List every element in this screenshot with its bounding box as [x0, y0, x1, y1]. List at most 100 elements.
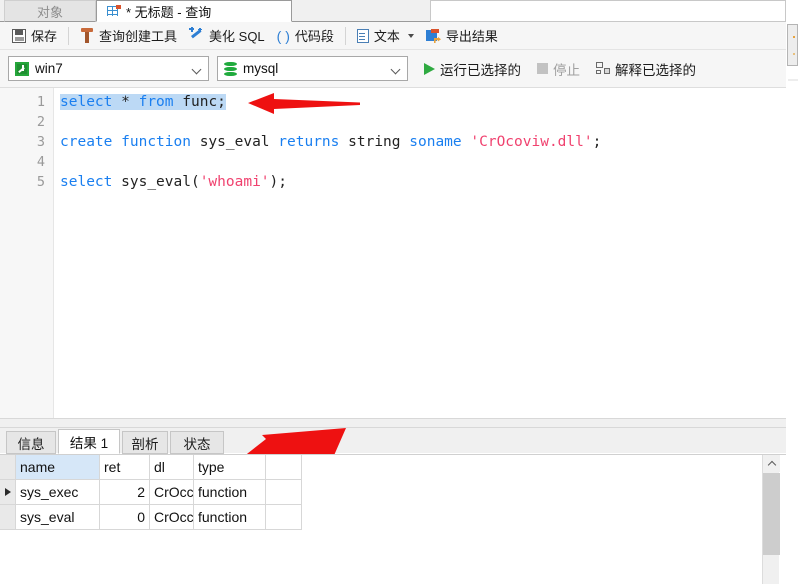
explain-plan-icon: [596, 62, 610, 75]
grid-cell-value: CrOcc: [154, 484, 194, 500]
code-token: func;: [182, 94, 226, 110]
document-tab-strip: 对象 * 无标题 - 查询: [0, 0, 799, 22]
editor-line-number: 1: [36, 94, 45, 110]
result-tab-label: 信息: [17, 436, 45, 452]
grid-cell[interactable]: 2: [100, 480, 150, 505]
grid-row-marker[interactable]: [0, 480, 16, 505]
result-tab-0[interactable]: 信息: [6, 431, 56, 454]
save-button[interactable]: 保存: [6, 24, 63, 48]
scrollbar-thumb[interactable]: [763, 473, 780, 555]
grid-row-marker[interactable]: [0, 505, 16, 530]
editor-code-line[interactable]: select sys_eval('whoami');: [60, 172, 287, 192]
scroll-up-button[interactable]: [763, 455, 780, 472]
grid-cell-value: sys_exec: [20, 484, 79, 500]
export-results-button-label: 导出结果: [445, 29, 498, 44]
grid-cell-value: 2: [137, 484, 145, 500]
grid-cell[interactable]: [266, 480, 302, 505]
code-token: 'whoami': [199, 174, 270, 190]
code-token: function: [121, 134, 191, 150]
result-tab-1[interactable]: 结果 1: [58, 429, 120, 454]
stop-button: 停止: [533, 59, 584, 79]
database-select[interactable]: mysql: [217, 56, 408, 81]
grid-column-header-dl[interactable]: dl: [150, 455, 194, 480]
sql-editor[interactable]: 1 2 3 4 5 select * from func; create functio…: [0, 88, 786, 418]
editor-code-line[interactable]: [60, 112, 69, 132]
query-builder-icon: [80, 28, 94, 43]
code-snippet-button[interactable]: ( ) 代码段: [271, 24, 340, 48]
grid-column-header-blank[interactable]: [266, 455, 302, 480]
stop-square-icon: [537, 63, 548, 74]
chevron-down-icon[interactable]: [390, 64, 401, 75]
right-edge-marker-2: [793, 53, 795, 55]
result-tab-strip: 信息 结果 1 剖析 状态: [0, 428, 786, 454]
grid-cell[interactable]: 0: [100, 505, 150, 530]
editor-line-number: 2: [36, 114, 45, 130]
result-tab-2[interactable]: 剖析: [122, 431, 168, 454]
code-token: select: [60, 94, 113, 110]
grid-table-icon: [107, 5, 121, 17]
editor-selected-text: select * from func;: [60, 94, 226, 110]
grid-cell[interactable]: CrOcc: [150, 480, 194, 505]
grid-cell[interactable]: function: [194, 480, 266, 505]
result-tab-3[interactable]: 状态: [170, 431, 224, 454]
result-tab-label: 结果 1: [69, 435, 109, 451]
right-edge-panel: [786, 0, 799, 584]
grid-column-header-ret[interactable]: ret: [100, 455, 150, 480]
grid-cell[interactable]: function: [194, 505, 266, 530]
code-token: ;: [592, 134, 602, 150]
doc-tab-objects[interactable]: 对象: [4, 0, 96, 22]
export-results-button[interactable]: 导出结果: [420, 24, 504, 48]
arrow-pointing-to-select-statement: [248, 93, 360, 114]
secondary-toolbar: win7 mysql 运行已选择的 停止 解释已选择的: [0, 50, 786, 88]
query-builder-button[interactable]: 查询创建工具: [74, 24, 183, 48]
editor-line-number-gutter: 1 2 3 4 5: [0, 88, 54, 418]
result-grid[interactable]: name ret dl type sys_exec 2 CrOcc function sys_e…: [0, 454, 786, 584]
editor-line-number: 5: [36, 174, 45, 190]
grid-cell[interactable]: CrOcc: [150, 505, 194, 530]
explain-selected-label: 解释已选择的: [615, 62, 696, 78]
editor-text: create function sys_eval returns string …: [60, 134, 601, 150]
result-tab-label: 剖析: [131, 436, 159, 452]
code-token: sys_eval: [199, 134, 270, 150]
export-arrow-glyph: [433, 36, 441, 43]
chevron-down-icon[interactable]: [191, 64, 202, 75]
code-token: sys_eval(: [121, 174, 200, 190]
editor-code-line[interactable]: select * from func;: [60, 92, 226, 112]
right-edge-mini-scrollbar[interactable]: [787, 24, 798, 66]
grid-cell-value: function: [198, 509, 248, 525]
chevron-down-icon[interactable]: [407, 33, 414, 38]
database-select-value: mysql: [243, 61, 279, 76]
save-disk-icon: [12, 28, 26, 43]
grid-column-header-type[interactable]: type: [194, 455, 266, 480]
primary-toolbar: 保存 查询创建工具 美化 SQL ( ) 代码段 文本 导出结果: [0, 22, 786, 50]
grid-column-header-name[interactable]: name: [16, 455, 100, 480]
run-selected-button[interactable]: 运行已选择的: [420, 59, 525, 79]
editor-line-number: 3: [36, 134, 45, 150]
connection-select[interactable]: win7: [8, 56, 209, 81]
grid-cell[interactable]: sys_eval: [16, 505, 100, 530]
explain-selected-button[interactable]: 解释已选择的: [592, 59, 700, 79]
beautify-sql-button-label: 美化 SQL: [209, 29, 265, 44]
code-snippet-button-label: 代码段: [294, 29, 334, 44]
grid-cell[interactable]: [266, 505, 302, 530]
editor-code-line[interactable]: create function sys_eval returns string …: [60, 132, 601, 152]
beautify-sparkle-icon: [189, 27, 204, 43]
editor-results-splitter[interactable]: [0, 418, 786, 428]
code-token: select: [60, 174, 113, 190]
beautify-sql-button[interactable]: 美化 SQL: [183, 24, 271, 48]
grid-cell[interactable]: sys_exec: [16, 480, 100, 505]
right-edge-marker-1: [793, 36, 795, 38]
doc-tab-query[interactable]: * 无标题 - 查询: [96, 0, 292, 22]
database-cylinder-icon: [224, 61, 237, 76]
nav-application-window: 对象 * 无标题 - 查询 保存 查询创建工具 美化 SQL () 代码段 文…: [0, 0, 799, 584]
stop-label: 停止: [553, 62, 580, 78]
text-view-button[interactable]: 文本: [351, 24, 420, 48]
editor-code-line[interactable]: [60, 152, 69, 172]
export-results-icon: [425, 28, 441, 43]
grid-corner-cell[interactable]: [0, 455, 16, 480]
result-grid-vertical-scrollbar[interactable]: [762, 455, 780, 584]
